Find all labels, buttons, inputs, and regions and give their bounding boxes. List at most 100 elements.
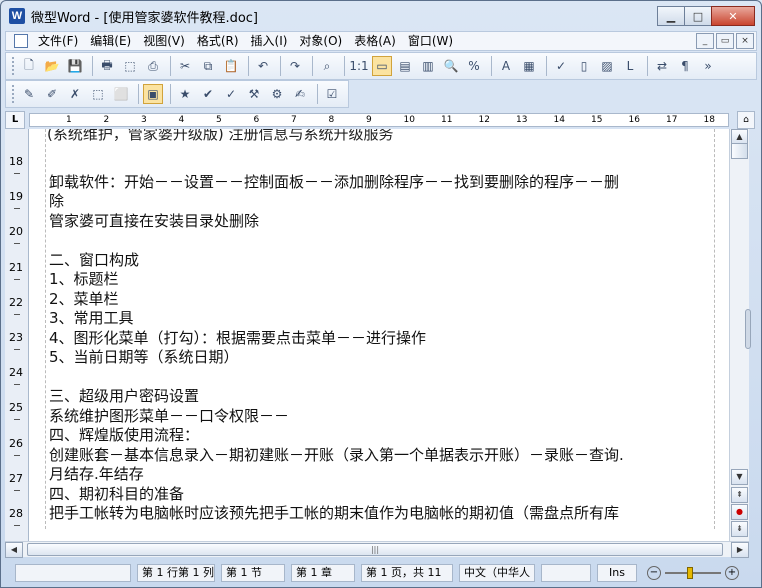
- toolbar-grip[interactable]: [12, 57, 15, 75]
- ruler-toggle-icon[interactable]: ⌂: [737, 111, 755, 129]
- word-window: W 微型Word - [使用管家婆软件教程.doc] ▁ □ ✕ 文件(F) 编…: [0, 0, 762, 588]
- undo-icon[interactable]: ↶: [253, 56, 273, 76]
- word-app-icon[interactable]: W: [9, 8, 25, 24]
- object-icon[interactable]: ▣: [143, 84, 163, 104]
- document-line: 卸载软件：开始－－设置－－控制面板－－添加删除程序－－找到要删除的程序－－删: [49, 172, 620, 191]
- document-line: 三、超级用户密码设置: [49, 387, 200, 405]
- menu-edit[interactable]: 编辑(E): [84, 32, 137, 50]
- tab-stop-selector[interactable]: L: [5, 111, 25, 129]
- more-icon[interactable]: »: [698, 56, 718, 76]
- horizontal-scrollbar[interactable]: ◀ ||| ▶: [5, 541, 749, 558]
- ruler-number: 14: [553, 115, 565, 125]
- document-line: 月结存.年结存: [49, 465, 144, 483]
- text-color-icon[interactable]: A: [496, 56, 516, 76]
- status-message: [15, 564, 131, 582]
- ruler-number: 27: [9, 471, 23, 485]
- zoom-track[interactable]: [665, 567, 721, 579]
- zoom-in-icon[interactable]: +: [725, 566, 739, 580]
- horizontal-ruler[interactable]: 1 2 3 4 5 6 7 8 9 10 11 12 13 14 15 16 17 18: [29, 113, 729, 127]
- note-icon[interactable]: ✍: [290, 84, 310, 104]
- new-icon[interactable]: 🗋: [19, 56, 39, 76]
- find-icon[interactable]: ⌕: [317, 56, 337, 76]
- check-icon[interactable]: ✔: [198, 84, 218, 104]
- shading-icon[interactable]: ▨: [597, 56, 617, 76]
- status-language[interactable]: 中文（中华人: [459, 564, 535, 582]
- sync-icon[interactable]: ⇄: [652, 56, 672, 76]
- select-icon[interactable]: ⬚: [88, 84, 108, 104]
- previous-page-icon[interactable]: ⇞: [731, 487, 748, 503]
- pdf-icon[interactable]: ⬚: [120, 56, 140, 76]
- ruler-number: 3: [141, 115, 147, 125]
- toolbar-separator: [170, 56, 171, 76]
- scroll-left-icon[interactable]: ◀: [5, 542, 23, 558]
- zoom-out-icon[interactable]: −: [647, 566, 661, 580]
- toolbar-separator: [248, 56, 249, 76]
- open-icon[interactable]: 📂: [42, 56, 62, 76]
- redo-icon[interactable]: ↷: [285, 56, 305, 76]
- two-page-icon[interactable]: ▥: [418, 56, 438, 76]
- doc-restore-button[interactable]: ▭: [716, 33, 734, 49]
- print-icon[interactable]: 🖶: [97, 56, 117, 76]
- page-width-icon[interactable]: ▭: [372, 56, 392, 76]
- line-icon[interactable]: L: [620, 56, 640, 76]
- delete-icon[interactable]: ✗: [65, 84, 85, 104]
- zoom-percent-icon[interactable]: %: [464, 56, 484, 76]
- document-line: 2、菜单栏: [49, 289, 119, 308]
- zoom-slider[interactable]: − +: [647, 566, 739, 580]
- star-icon[interactable]: ★: [175, 84, 195, 104]
- menu-format[interactable]: 格式(R): [191, 32, 245, 50]
- menu-view[interactable]: 视图(V): [137, 32, 191, 50]
- scroll-down-icon[interactable]: ▼: [731, 469, 748, 485]
- vertical-scrollbar[interactable]: ▲ ▼ ⇞ ● ⇟: [729, 129, 751, 541]
- split-handle[interactable]: [745, 309, 751, 349]
- document-body[interactable]: 卸载软件：开始－－设置－－控制面板－－添加删除程序－－找到要删除的程序－－删除管…: [49, 153, 719, 524]
- next-page-icon[interactable]: ⇟: [731, 521, 748, 537]
- status-chapter: 第 1 章: [291, 564, 355, 582]
- maximize-button[interactable]: □: [684, 6, 712, 26]
- document-editor[interactable]: (系统维护，管家婆升级版) 注册信息与系统升级服务 卸载软件：开始－－设置－－控…: [29, 129, 729, 541]
- ruler-number: 17: [666, 115, 678, 125]
- ruler-number: 20: [9, 225, 23, 239]
- close-button[interactable]: ✕: [711, 6, 755, 26]
- paragraph-mark-icon[interactable]: ¶: [675, 56, 695, 76]
- menu-insert[interactable]: 插入(I): [245, 32, 294, 50]
- format-icon[interactable]: ▦: [519, 56, 539, 76]
- vertical-ruler[interactable]: 18 19 20 21 22 23 24 25 26 27 28: [5, 129, 29, 541]
- paste-icon[interactable]: 📋: [221, 56, 241, 76]
- edit-icon[interactable]: ✐: [42, 84, 62, 104]
- page-view-icon[interactable]: ▤: [395, 56, 415, 76]
- zoom-icon[interactable]: 🔍: [441, 56, 461, 76]
- spellcheck-icon[interactable]: ✓: [551, 56, 571, 76]
- menu-window[interactable]: 窗口(W): [402, 32, 459, 50]
- save-icon[interactable]: 💾: [65, 56, 85, 76]
- wrench-icon[interactable]: ⚒: [244, 84, 264, 104]
- doc-minimize-button[interactable]: _: [696, 33, 714, 49]
- approve-icon[interactable]: ☑: [322, 84, 342, 104]
- minimize-button[interactable]: ▁: [657, 6, 685, 26]
- actual-size-icon[interactable]: 1:1: [349, 56, 369, 76]
- menu-file[interactable]: 文件(F): [32, 32, 84, 50]
- menu-table[interactable]: 表格(A): [348, 32, 402, 50]
- ruler-tick: [14, 384, 20, 386]
- wrench2-icon[interactable]: ⚙: [267, 84, 287, 104]
- horizontal-scroll-thumb[interactable]: |||: [27, 543, 723, 556]
- document-icon[interactable]: [14, 34, 28, 48]
- print-preview-icon[interactable]: ⎙: [143, 56, 163, 76]
- vertical-scroll-thumb[interactable]: [731, 143, 748, 159]
- track-icon[interactable]: ✎: [19, 84, 39, 104]
- status-insert-mode[interactable]: Ins: [597, 564, 637, 582]
- clear-icon[interactable]: ⬜: [111, 84, 131, 104]
- menu-bar: 文件(F) 编辑(E) 视图(V) 格式(R) 插入(I) 对象(O) 表格(A…: [5, 31, 757, 51]
- browse-object-icon[interactable]: ●: [731, 504, 748, 520]
- toolbar-grip[interactable]: [12, 85, 15, 103]
- columns-icon[interactable]: ▯: [574, 56, 594, 76]
- cut-icon[interactable]: ✂: [175, 56, 195, 76]
- doc-close-button[interactable]: ×: [736, 33, 754, 49]
- scroll-right-icon[interactable]: ▶: [731, 542, 749, 558]
- copy-icon[interactable]: ⧉: [198, 56, 218, 76]
- toolbar-separator: [280, 56, 281, 76]
- menu-object[interactable]: 对象(O): [293, 32, 348, 50]
- toolbar-separator: [317, 84, 318, 104]
- zoom-knob[interactable]: [687, 567, 693, 579]
- check2-icon[interactable]: ✓: [221, 84, 241, 104]
